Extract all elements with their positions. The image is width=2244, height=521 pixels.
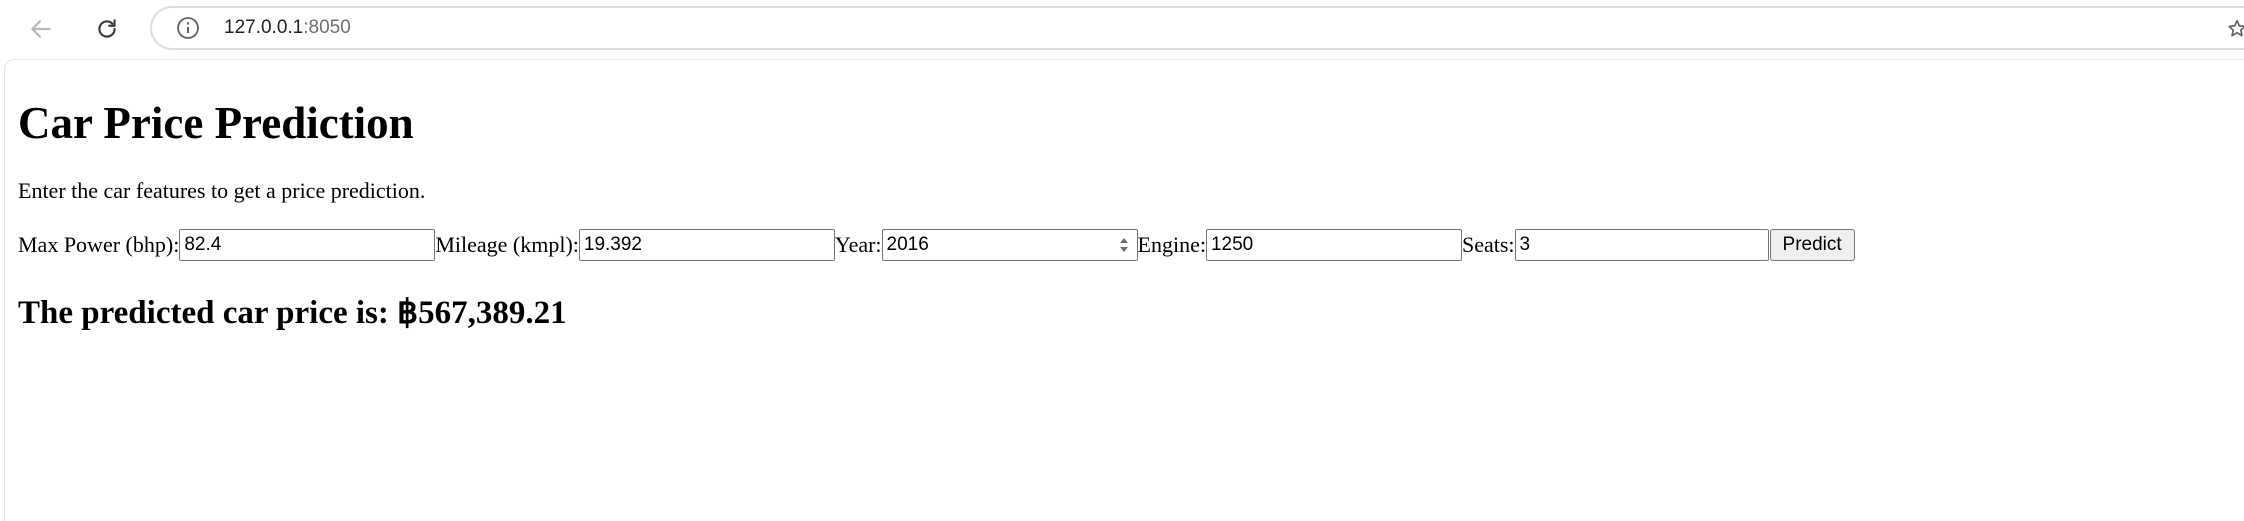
- spinner-arrows-icon[interactable]: [1118, 235, 1130, 255]
- page-title: Car Price Prediction: [18, 98, 414, 148]
- reload-icon: [98, 19, 116, 38]
- address-bar[interactable]: 127.0.0.1:8050: [150, 6, 2244, 50]
- info-icon[interactable]: [176, 16, 200, 40]
- browser-toolbar: 127.0.0.1:8050: [0, 0, 2244, 59]
- prediction-result: The predicted car price is: ฿567,389.21: [18, 295, 567, 331]
- reload-button[interactable]: [86, 8, 128, 50]
- page-viewport: Car Price Prediction Enter the car featu…: [4, 59, 2244, 521]
- url-port: :8050: [303, 17, 351, 38]
- engine-input[interactable]: [1205, 229, 1462, 261]
- year-input[interactable]: [881, 229, 1138, 261]
- seats-label: Seats:: [1461, 232, 1515, 257]
- prediction-form: Max Power (bhp): Mileage (kmpl): Year: E…: [18, 229, 1855, 261]
- year-field: [881, 229, 1138, 261]
- max-power-label: Max Power (bhp):: [18, 232, 180, 257]
- url-host: 127.0.0.1: [224, 17, 304, 38]
- max-power-input[interactable]: [179, 229, 436, 261]
- instructions-text: Enter the car features to get a price pr…: [18, 178, 426, 203]
- engine-label: Engine:: [1137, 232, 1206, 257]
- arrow-left-icon: [31, 20, 51, 38]
- year-label: Year:: [834, 232, 882, 257]
- seats-input[interactable]: [1514, 229, 1769, 261]
- mileage-input[interactable]: [578, 229, 835, 261]
- url-text: 127.0.0.1:8050: [224, 17, 351, 39]
- back-button[interactable]: [20, 8, 62, 50]
- star-icon[interactable]: [2226, 18, 2244, 40]
- mileage-label: Mileage (kmpl):: [435, 232, 579, 257]
- predict-button[interactable]: Predict: [1769, 229, 1855, 261]
